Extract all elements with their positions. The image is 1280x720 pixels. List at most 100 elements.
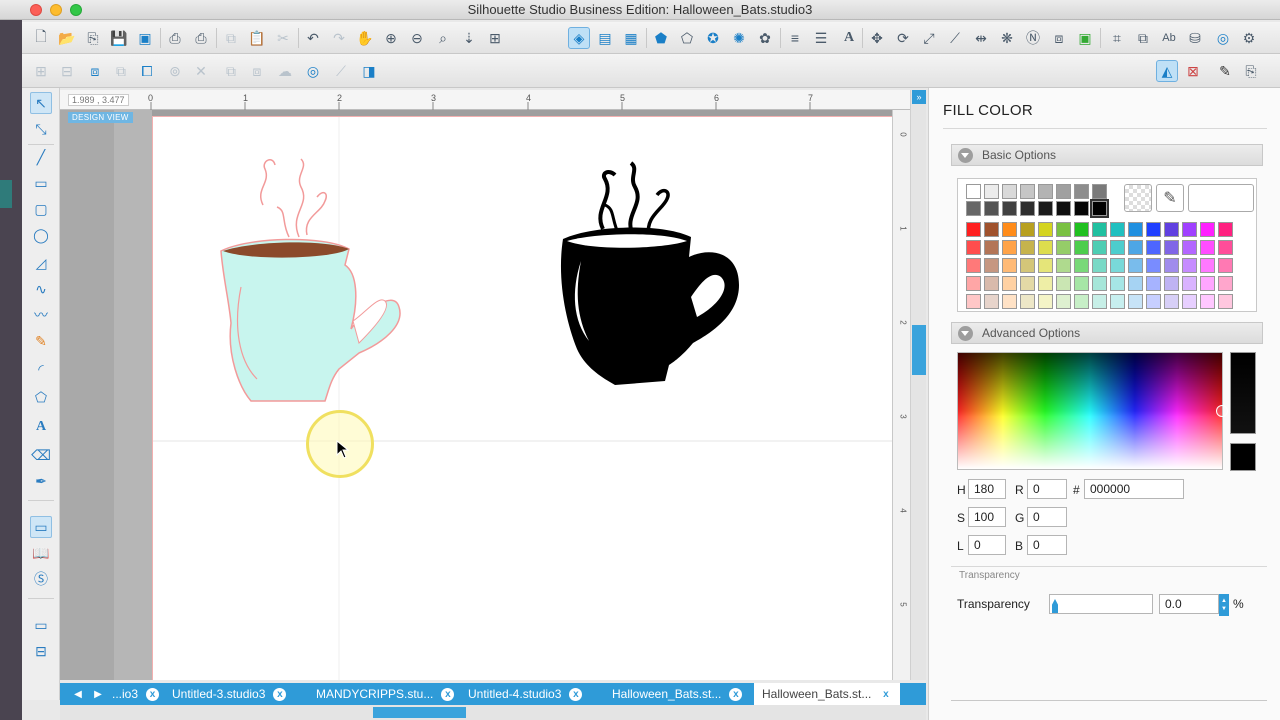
zoom-select-icon[interactable]: ⌕ <box>432 27 454 49</box>
design-page[interactable] <box>152 116 893 680</box>
color-swatch[interactable] <box>1182 294 1197 309</box>
gray-swatch[interactable] <box>1074 184 1089 199</box>
undo-icon[interactable]: ↶ <box>302 27 324 49</box>
color-swatch[interactable] <box>984 276 999 291</box>
gray-swatch[interactable] <box>984 184 999 199</box>
color-swatch[interactable] <box>1110 276 1125 291</box>
offset-icon[interactable]: ▣ <box>1074 27 1096 49</box>
knife-tool-icon[interactable]: ✒ <box>30 470 52 492</box>
color-swatch[interactable] <box>1110 294 1125 309</box>
transparency-slider-knob[interactable] <box>1052 599 1058 613</box>
open-folder-icon[interactable]: 📂 <box>56 27 78 49</box>
line-gradient-icon[interactable]: ⬠ <box>676 27 698 49</box>
duplicate-icon[interactable]: ⊚ <box>164 60 186 82</box>
gray-swatch[interactable] <box>1020 201 1035 216</box>
text-style-icon[interactable]: A <box>838 27 860 49</box>
color-swatch[interactable] <box>966 276 981 291</box>
color-swatch[interactable] <box>1002 240 1017 255</box>
fit-to-page-icon[interactable]: ⊞ <box>484 27 506 49</box>
color-swatch[interactable] <box>1182 276 1197 291</box>
color-swatch[interactable] <box>1146 240 1161 255</box>
color-swatch[interactable] <box>984 222 999 237</box>
send-to-cutter-icon[interactable]: ⎘ <box>1240 60 1262 82</box>
color-swatch[interactable] <box>1128 276 1143 291</box>
spectrum-marker[interactable] <box>1216 405 1228 417</box>
color-swatch[interactable] <box>1218 258 1233 273</box>
variable-data-icon[interactable]: ⛁ <box>1184 27 1206 49</box>
color-swatch[interactable] <box>1074 294 1089 309</box>
transparency-slider[interactable] <box>1049 594 1153 614</box>
scale-icon[interactable]: ⤢ <box>918 27 940 49</box>
luminance-slider[interactable] <box>1230 352 1256 434</box>
store-view-icon[interactable]: Ⓢ <box>30 568 52 590</box>
redo-icon[interactable]: ↷ <box>328 27 350 49</box>
line-weight-icon[interactable]: ☰ <box>810 27 832 49</box>
arc-tool-icon[interactable]: ◜ <box>30 358 52 380</box>
color-swatch[interactable] <box>1182 240 1197 255</box>
color-swatch[interactable] <box>1164 294 1179 309</box>
eyedropper-icon[interactable]: ✎ <box>1156 184 1184 212</box>
color-swatch[interactable] <box>1056 222 1071 237</box>
offset-ring-icon[interactable]: ◎ <box>302 60 324 82</box>
replicate-icon[interactable]: ❋ <box>996 27 1018 49</box>
no-fill-swatch[interactable] <box>1124 184 1152 212</box>
document-tab[interactable]: ...io3 x <box>112 683 160 705</box>
pattern-panel-icon[interactable]: ▦ <box>620 27 642 49</box>
make-compound-path-icon[interactable]: ⧈ <box>84 60 106 82</box>
delete-icon[interactable]: ✕ <box>190 60 212 82</box>
panel-collapse-icon[interactable]: » <box>912 90 926 104</box>
gray-swatch[interactable] <box>1092 184 1107 199</box>
gray-swatch[interactable] <box>984 201 999 216</box>
color-swatch[interactable] <box>1200 276 1215 291</box>
color-swatch[interactable] <box>966 258 981 273</box>
color-swatch[interactable] <box>1164 240 1179 255</box>
zoom-drag-icon[interactable]: ⇣ <box>458 27 480 49</box>
new-document-icon[interactable]: 🗋 <box>30 27 52 49</box>
smooth-freehand-tool-icon[interactable]: ✎ <box>30 330 52 352</box>
color-swatch[interactable] <box>984 294 999 309</box>
color-swatch[interactable] <box>1218 222 1233 237</box>
gray-swatch[interactable] <box>1038 201 1053 216</box>
weld-icon[interactable]: ☁ <box>274 60 296 82</box>
color-swatch[interactable] <box>1182 222 1197 237</box>
print-icon[interactable]: ⎙ <box>164 27 186 49</box>
hex-field[interactable]: 000000 <box>1084 479 1184 499</box>
color-swatch[interactable] <box>1200 240 1215 255</box>
red-field[interactable]: 0 <box>1027 479 1067 499</box>
nesting-icon[interactable]: Ⓝ <box>1022 27 1044 49</box>
line-style-panel-icon[interactable]: ≡ <box>784 27 806 49</box>
hue-field[interactable]: 180 <box>968 479 1006 499</box>
zoom-out-icon[interactable]: ⊖ <box>406 27 428 49</box>
text-to-path-icon[interactable]: Ab <box>1158 27 1180 49</box>
color-swatch[interactable] <box>1146 258 1161 273</box>
color-swatch[interactable] <box>1146 294 1161 309</box>
color-swatch[interactable] <box>1020 258 1035 273</box>
color-swatch[interactable] <box>1218 240 1233 255</box>
tab-close-icon[interactable]: x <box>441 687 455 701</box>
color-swatch[interactable] <box>1020 222 1035 237</box>
tab-close-icon[interactable]: x <box>729 687 743 701</box>
color-swatch[interactable] <box>1164 222 1179 237</box>
tab-close-icon[interactable]: x <box>569 687 583 701</box>
document-tab[interactable]: Halloween_Bats.st... x <box>612 683 743 705</box>
gray-swatch[interactable] <box>1020 184 1035 199</box>
line-color-panel-icon[interactable]: ⬟ <box>650 27 672 49</box>
color-swatch[interactable] <box>966 240 981 255</box>
gradient-panel-icon[interactable]: ▤ <box>594 27 616 49</box>
color-swatch[interactable] <box>1002 258 1017 273</box>
color-swatch[interactable] <box>1092 240 1107 255</box>
print-cut-icon[interactable]: ⎙ <box>190 27 212 49</box>
design-page-icon[interactable]: ◭ <box>1156 60 1178 82</box>
color-swatch[interactable] <box>1092 222 1107 237</box>
release-compound-path-icon[interactable]: ⧉ <box>110 60 132 82</box>
color-swatch[interactable] <box>1182 258 1197 273</box>
color-swatch[interactable] <box>1002 222 1017 237</box>
saturation-field[interactable]: 100 <box>968 507 1006 527</box>
color-swatch[interactable] <box>1074 258 1089 273</box>
color-swatch[interactable] <box>966 294 981 309</box>
color-swatch[interactable] <box>1128 222 1143 237</box>
color-swatch[interactable] <box>1056 258 1071 273</box>
curve-tool-icon[interactable]: ∿ <box>30 278 52 300</box>
color-swatch[interactable] <box>1020 294 1035 309</box>
color-swatch[interactable] <box>966 222 981 237</box>
